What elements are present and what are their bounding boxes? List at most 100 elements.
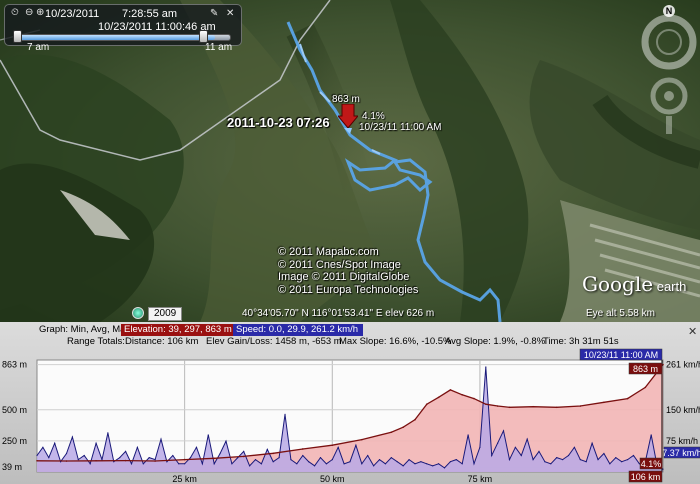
marker-datetime: 10/23/11 11:00 AM bbox=[359, 122, 442, 133]
cursor-speed-tag: 7.37 km/h bbox=[662, 448, 700, 458]
y-right-tick-label: 75 km/h bbox=[666, 436, 698, 446]
speed-point bbox=[502, 430, 505, 432]
speed-point bbox=[437, 463, 440, 465]
speed-point bbox=[603, 452, 605, 455]
cursor-grade-tag: 4.1% bbox=[641, 459, 662, 469]
profile-chart[interactable]: 25 km 50 km 75 km 863 m 500 m 250 m 39 m 261 km… bbox=[0, 348, 700, 484]
speed-point bbox=[343, 463, 345, 465]
y-left-tick-label: 250 m bbox=[2, 436, 27, 446]
elevation-point bbox=[301, 448, 304, 450]
elevation-point bbox=[461, 394, 464, 396]
time-start-handle[interactable] bbox=[13, 30, 22, 43]
elevation-stats-tag[interactable]: Elevation: 39, 297, 863 m bbox=[121, 324, 235, 336]
zoom-out-icon[interactable]: ⊖ bbox=[25, 8, 35, 18]
speed-point bbox=[207, 434, 209, 436]
elev-gain-loss: Elev Gain/Loss: 1458 m, -653 m bbox=[206, 336, 342, 347]
speed-point bbox=[597, 459, 599, 461]
speed-point bbox=[384, 463, 387, 465]
compass-ring[interactable] bbox=[641, 14, 697, 70]
speed-point bbox=[166, 461, 168, 463]
elevation-point bbox=[508, 406, 511, 409]
elevation-point bbox=[331, 444, 334, 447]
speed-point bbox=[296, 463, 298, 465]
map-view[interactable]: ⏲ ⊖ ⊕ 10/23/2011 7:28:55 am ✎ ✕ 10/23/20… bbox=[0, 0, 700, 322]
elevation-point bbox=[95, 460, 97, 462]
speed-point bbox=[213, 463, 215, 465]
speed-point bbox=[432, 465, 434, 467]
speed-point bbox=[60, 461, 62, 463]
speed-point bbox=[65, 452, 68, 455]
time-slider[interactable]: ⏲ ⊖ ⊕ 10/23/2011 7:28:55 am ✎ ✕ 10/23/20… bbox=[4, 4, 242, 53]
elevation-point bbox=[242, 455, 245, 458]
time-track-fill bbox=[18, 35, 215, 40]
close-icon[interactable]: ✕ bbox=[226, 9, 236, 19]
navigation-controls[interactable]: N bbox=[640, 4, 698, 134]
speed-point bbox=[113, 461, 115, 463]
elevation-point bbox=[555, 406, 558, 409]
speed-point bbox=[621, 461, 623, 463]
speed-point bbox=[420, 461, 422, 463]
speed-point bbox=[473, 463, 475, 465]
speed-point bbox=[556, 456, 558, 459]
speed-point bbox=[172, 454, 174, 457]
speed-point bbox=[101, 459, 103, 461]
speed-point bbox=[514, 446, 516, 448]
speed-point bbox=[426, 463, 428, 465]
time-range-end: 11 am bbox=[205, 42, 233, 53]
avg-slope: Avg Slope: 1.9%, -0.8% bbox=[445, 336, 546, 347]
time-total: Time: 3h 31m 51s bbox=[543, 336, 619, 347]
elevation-profile-panel: Graph: Min, Avg, Max Elevation: 39, 297,… bbox=[0, 322, 700, 484]
elevation-point bbox=[449, 389, 452, 391]
speed-point bbox=[319, 456, 322, 459]
speed-point bbox=[189, 456, 192, 459]
speed-stats-tag[interactable]: Speed: 0.0, 29.9, 261.2 km/h bbox=[233, 324, 363, 336]
speed-point bbox=[538, 450, 540, 453]
speed-point bbox=[650, 434, 652, 436]
speed-point bbox=[107, 432, 109, 434]
speed-point bbox=[95, 442, 97, 444]
clock-icon[interactable]: ⏲ bbox=[11, 8, 21, 18]
speed-point bbox=[119, 456, 121, 459]
time-range-start: 7 am bbox=[27, 42, 50, 53]
speed-point bbox=[124, 450, 127, 453]
speed-point bbox=[154, 459, 156, 461]
x-tick-label: 25 km bbox=[172, 474, 197, 484]
speed-point bbox=[361, 463, 363, 465]
elevation-point bbox=[124, 459, 127, 462]
zoom-slider[interactable] bbox=[666, 116, 672, 134]
range-totals-label: Range Totals: bbox=[67, 336, 125, 347]
look-joystick-icon[interactable] bbox=[650, 77, 688, 115]
speed-point bbox=[243, 450, 245, 453]
marker-grade: 4.1% bbox=[362, 111, 385, 122]
speed-point bbox=[449, 461, 451, 463]
speed-point bbox=[178, 463, 180, 465]
speed-point bbox=[508, 459, 511, 461]
speed-point bbox=[390, 456, 392, 459]
speed-point bbox=[609, 463, 611, 465]
speed-point bbox=[89, 463, 91, 465]
speed-point bbox=[396, 461, 398, 463]
cursor-elevation-tag: 863 m bbox=[633, 364, 658, 374]
max-slope: Max Slope: 16.6%, -10.5% bbox=[339, 336, 452, 347]
speed-point bbox=[337, 446, 339, 448]
wrench-icon[interactable]: ✎ bbox=[210, 9, 220, 19]
elevation-point bbox=[390, 431, 393, 433]
eye-altitude: Eye alt 5.58 km bbox=[586, 308, 655, 319]
speed-point bbox=[331, 459, 333, 461]
x-tick-label: 75 km bbox=[468, 474, 493, 484]
speed-point bbox=[526, 438, 528, 440]
pointer-coordinates: 40°34'05.70" N 116°01'53.41" E elev 626 … bbox=[242, 308, 435, 319]
speed-point bbox=[278, 456, 280, 459]
position-marker-icon[interactable] bbox=[338, 104, 358, 134]
historical-imagery-icon[interactable] bbox=[132, 307, 144, 319]
speed-point bbox=[266, 448, 268, 450]
imagery-year[interactable]: 2009 bbox=[148, 307, 183, 321]
copyright-line: Image © 2011 DigitalGlobe bbox=[278, 271, 410, 283]
elevation-point bbox=[579, 405, 582, 407]
time-start-date: 10/23/2011 bbox=[45, 8, 100, 20]
speed-point bbox=[36, 454, 38, 457]
speed-point bbox=[491, 454, 493, 457]
y-left-tick-label: 39 m bbox=[2, 462, 22, 472]
graph-label: Graph: Min, Avg, Max bbox=[39, 324, 131, 335]
speed-point bbox=[562, 459, 564, 461]
